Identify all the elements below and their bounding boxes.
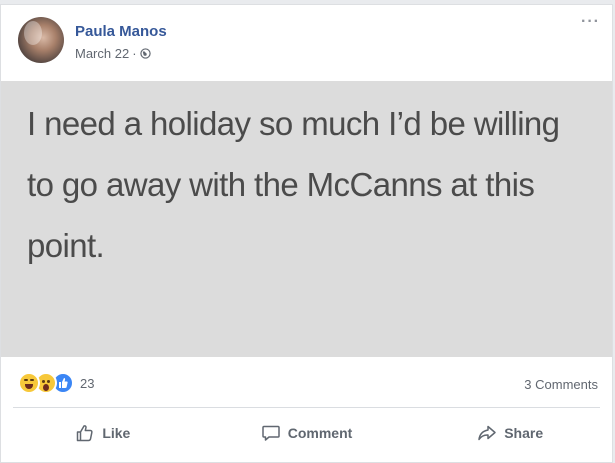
like-button[interactable]: Like [1,408,205,458]
status-background: I need a holiday so much I’d be willing … [1,81,612,357]
like-label: Like [102,425,131,441]
comment-button[interactable]: Comment [205,408,409,458]
post-meta: March 22 · [75,46,151,61]
author-name[interactable]: Paula Manos [75,23,167,40]
post-card: Paula Manos March 22 · ··· I need a holi… [0,4,613,463]
haha-reaction-icon [18,372,40,394]
globe-icon [139,48,151,59]
meta-separator: · [132,46,137,61]
comments-count[interactable]: 3 Comments [524,377,598,392]
avatar[interactable] [18,17,64,63]
more-options-icon[interactable]: ··· [581,14,600,30]
reaction-count[interactable]: 23 [80,376,94,391]
thumbs-up-icon [77,425,93,442]
share-arrow-icon [478,425,496,441]
share-button[interactable]: Share [408,408,612,458]
comment-icon [261,425,280,441]
post-date[interactable]: March 22 [75,46,129,61]
reactions-bar: 23 3 Comments [1,357,612,407]
status-text: I need a holiday so much I’d be willing … [27,105,560,264]
share-label: Share [504,425,544,441]
post-header: Paula Manos March 22 · ··· [1,5,612,81]
action-bar: Like Comment Share [1,408,612,458]
comment-label: Comment [287,425,353,441]
reaction-summary[interactable]: 23 [18,372,94,394]
